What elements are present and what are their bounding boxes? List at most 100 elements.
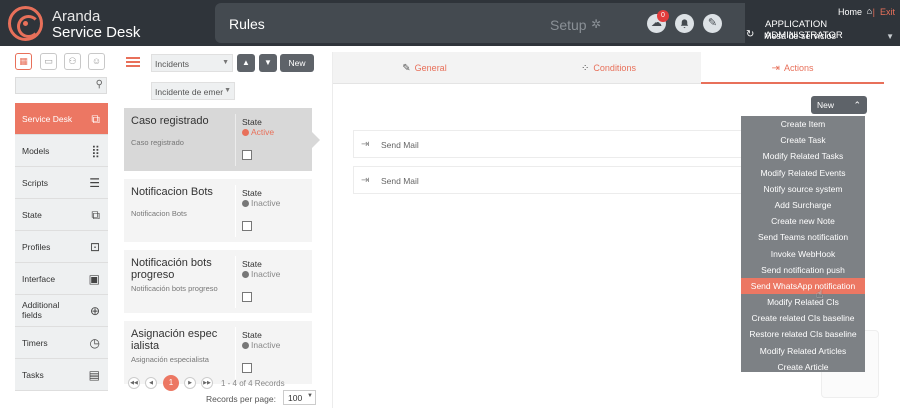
dropdown-item[interactable]: Restore related CIs baseline	[741, 326, 865, 342]
copy-icon: ⧉	[91, 112, 100, 126]
move-up-button[interactable]: ▲	[237, 54, 255, 72]
first-page-icon[interactable]: ◀◀	[128, 377, 140, 389]
rule-checkbox[interactable]	[242, 150, 252, 160]
current-page[interactable]: 1	[163, 375, 179, 391]
dropdown-item[interactable]: Invoke WebHook	[741, 246, 865, 262]
dropdown-item[interactable]: Create new Note	[741, 213, 865, 229]
state-text: Active	[251, 127, 275, 137]
view-switcher: ▦ ▭ ⚇ ☺	[15, 53, 108, 71]
dropdown-item[interactable]: Create Task	[741, 132, 865, 148]
sidebar-item-label: State	[22, 210, 42, 220]
service-desk-select[interactable]: Mesa de servicios	[764, 31, 836, 41]
module-filter-select[interactable]: Incidents ▼	[151, 54, 233, 72]
chart-icon: ▤	[88, 368, 100, 382]
sidebar-item-models[interactable]: Models ⣿	[15, 135, 108, 167]
rule-card[interactable]: Caso registrado Caso registrado State Ac…	[124, 108, 320, 171]
chevron-down-icon: ▼	[222, 59, 229, 66]
dropdown-item[interactable]: Notify source system	[741, 181, 865, 197]
next-page-icon[interactable]: ▶	[184, 377, 196, 389]
sidebar-item-interface[interactable]: Interface ▣	[15, 263, 108, 295]
last-page-icon[interactable]: ▶▶	[201, 377, 213, 389]
dropdown-item-hovered[interactable]: Send WhatsApp notification	[741, 277, 865, 295]
dropdown-item[interactable]: Add Surcharge	[741, 197, 865, 213]
sidebar-item-timers[interactable]: Timers ◷	[15, 327, 108, 359]
brand-line1: Aranda	[52, 8, 101, 25]
sidebar-item-label: Profiles	[22, 242, 51, 252]
new-action-dropdown: Create Item Create Task Modify Related T…	[741, 116, 865, 372]
move-down-button[interactable]: ▼	[259, 54, 277, 72]
send-mail-icon: ⇥	[361, 139, 370, 150]
dropdown-item[interactable]: Modify Related Events	[741, 165, 865, 181]
monitor-icon: ▣	[88, 272, 100, 286]
dropdown-item[interactable]: Create Article	[741, 359, 865, 372]
tab-label: Actions	[783, 63, 814, 73]
sidebar-item-label: Service Desk	[22, 114, 73, 124]
chevron-down-icon[interactable]: ▼	[886, 32, 894, 41]
rule-title: Caso registrado	[131, 115, 209, 127]
dropdown-item[interactable]: Create Item	[741, 116, 865, 132]
state-text: Inactive	[251, 340, 281, 350]
setup-label[interactable]: Setup	[550, 17, 587, 33]
tab-general[interactable]: ✎ General	[333, 52, 516, 84]
sidebar-menu: Service Desk ⧉ Models ⣿ Scripts ☰ State …	[15, 103, 108, 391]
sidebar-item-label: Timers	[22, 338, 48, 348]
dropdown-item[interactable]: Modify Related Tasks	[741, 148, 865, 164]
sidebar-item-state[interactable]: State ⧉	[15, 199, 108, 231]
dropdown-item[interactable]: Send Teams notification	[741, 229, 865, 245]
magic-wand-icon[interactable]: ✎	[703, 14, 722, 33]
user-view-icon[interactable]: ☺	[88, 53, 105, 70]
status-dot	[242, 200, 249, 207]
bell-icon[interactable]	[675, 14, 694, 33]
app-header: Aranda Service Desk Rules Setup ✲ ☁ 0 ✎ …	[0, 0, 900, 46]
action-row[interactable]: ⇥ Send Mail	[353, 166, 743, 194]
prev-page-icon[interactable]: ◀	[145, 377, 157, 389]
rule-checkbox[interactable]	[242, 292, 252, 302]
sidebar-search-input[interactable]: ⚲	[15, 77, 107, 94]
state-value: Active	[242, 127, 274, 137]
records-per-page-label: Records per page:	[206, 394, 276, 404]
state-value: Inactive	[242, 198, 280, 208]
left-sidebar: ▦ ▭ ⚇ ☺ ⚲ Service Desk ⧉ Models ⣿ Script…	[15, 50, 108, 408]
rule-checkbox[interactable]	[242, 363, 252, 373]
rule-card[interactable]: Notificacion Bots Notificacion Bots Stat…	[124, 179, 312, 242]
new-action-button[interactable]: New ⌃	[811, 96, 867, 114]
aranda-logo-icon	[8, 6, 43, 41]
new-rule-button[interactable]: New	[280, 54, 314, 72]
category-filter-value: Incidente de emer	[155, 87, 224, 97]
sidebar-item-additional-fields[interactable]: Additional fields ⊕	[15, 295, 108, 327]
dropdown-item[interactable]: Send notification push	[741, 262, 865, 278]
rule-card[interactable]: Notificación bots progreso Notificación …	[124, 250, 312, 313]
action-row[interactable]: ⇥ Send Mail	[353, 130, 743, 158]
monitor-view-icon[interactable]: ▭	[40, 53, 57, 70]
dropdown-item[interactable]: Create related CIs baseline	[741, 310, 865, 326]
actions-icon: ⇥	[771, 63, 780, 74]
sidebar-item-service-desk[interactable]: Service Desk ⧉	[15, 103, 108, 135]
sidebar-item-profiles[interactable]: Profiles ⊡	[15, 231, 108, 263]
dropdown-item[interactable]: Modify Related Articles	[741, 343, 865, 359]
refresh-icon[interactable]: ↻	[746, 29, 754, 40]
user-area: Home ⌂ | Exit APPLICATION ADMINISTRATOR …	[745, 4, 897, 44]
state-label: State	[242, 330, 262, 340]
status-dot	[242, 342, 249, 349]
exit-link[interactable]: Exit	[880, 7, 895, 17]
records-per-page-select[interactable]: 100 ▼	[283, 390, 316, 405]
gear-icon[interactable]: ✲	[591, 17, 601, 31]
grid-view-icon[interactable]: ▦	[15, 53, 32, 70]
home-link[interactable]: Home	[838, 7, 862, 17]
page-title: Rules	[229, 16, 265, 32]
sidebar-item-tasks[interactable]: Tasks ▤	[15, 359, 108, 391]
hamburger-menu-icon[interactable]	[126, 57, 140, 67]
state-label: State	[242, 259, 262, 269]
search-icon[interactable]: ⚲	[96, 79, 103, 90]
category-filter-select[interactable]: Incidente de emer ▼	[151, 82, 235, 100]
sidebar-item-scripts[interactable]: Scripts ☰	[15, 167, 108, 199]
chevron-up-icon: ⌃	[853, 100, 861, 110]
tab-actions[interactable]: ⇥ Actions	[701, 52, 884, 84]
dropdown-item[interactable]: Modify Related CIs	[741, 294, 865, 310]
home-icon[interactable]: ⌂	[867, 6, 872, 16]
tab-conditions[interactable]: ⁘ Conditions	[517, 52, 700, 84]
network-view-icon[interactable]: ⚇	[64, 53, 81, 70]
aranda-logo[interactable]: Aranda Service Desk	[6, 4, 211, 42]
rule-checkbox[interactable]	[242, 221, 252, 231]
copy-icon: ⧉	[91, 208, 100, 222]
